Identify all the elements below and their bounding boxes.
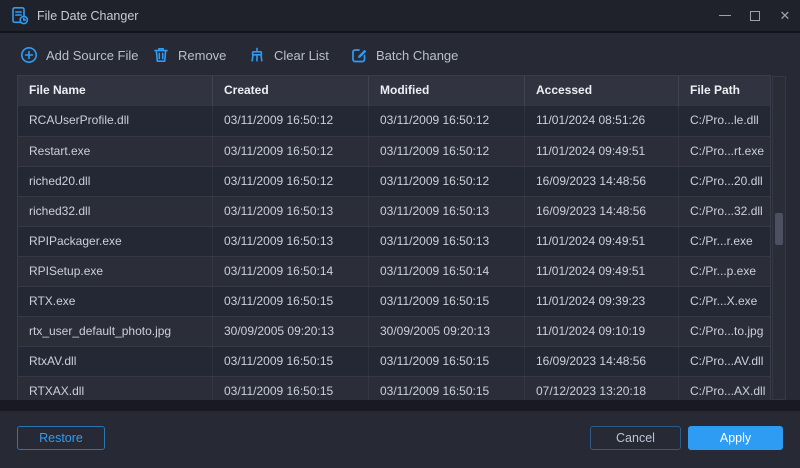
edit-icon xyxy=(352,49,367,63)
cell-file-path: C:/Pr...X.exe xyxy=(690,294,758,308)
add-source-file-label: Add Source File xyxy=(46,47,139,63)
add-source-file-button[interactable]: Add Source File xyxy=(20,35,139,75)
table-header: File Name Created Modified Accessed File… xyxy=(18,76,770,106)
add-circle-icon xyxy=(21,47,37,63)
column-header-modified[interactable]: Modified xyxy=(369,76,525,106)
cell-modified: 03/11/2009 16:50:14 xyxy=(369,257,525,286)
cell-file-path: C:/Pr...p.exe xyxy=(690,264,757,278)
cell-file-name: RTXAX.dll xyxy=(18,377,213,400)
column-header-file-path[interactable]: File Path xyxy=(679,76,770,106)
cell-created: 03/11/2009 16:50:13 xyxy=(213,197,369,226)
table-row[interactable]: Restart.exe 03/11/2009 16:50:12 03/11/2009… xyxy=(18,136,770,166)
cell-file-name: RtxAV.dll xyxy=(18,347,213,376)
maximize-button[interactable] xyxy=(740,0,770,31)
cell-modified: 03/11/2009 16:50:12 xyxy=(369,137,525,166)
cell-modified: 03/11/2009 16:50:12 xyxy=(369,167,525,196)
remove-button[interactable]: Remove xyxy=(152,35,226,75)
app-icon xyxy=(10,6,30,26)
table-row[interactable]: riched20.dll 03/11/2009 16:50:12 03/11/200… xyxy=(18,166,770,196)
table-row[interactable]: RPISetup.exe 03/11/2009 16:50:14 03/11/200… xyxy=(18,256,770,286)
clear-list-button[interactable]: Clear List xyxy=(248,35,329,75)
cell-created: 03/11/2009 16:50:15 xyxy=(213,347,369,376)
scrollbar-thumb[interactable] xyxy=(775,213,783,245)
file-date-changer-window: File Date Changer ✕ Add Source File Remo… xyxy=(0,0,800,468)
cell-modified: 30/09/2005 09:20:13 xyxy=(369,317,525,346)
cell-modified: 03/11/2009 16:50:13 xyxy=(369,227,525,256)
cell-modified: 03/11/2009 16:50:15 xyxy=(369,377,525,400)
cell-accessed: 07/12/2023 13:20:18 xyxy=(525,377,679,400)
minimize-button[interactable] xyxy=(710,0,740,31)
cell-created: 30/09/2005 09:20:13 xyxy=(213,317,369,346)
cell-file-name: RPIPackager.exe xyxy=(18,227,213,256)
cell-accessed: 11/01/2024 09:10:19 xyxy=(525,317,679,346)
remove-label: Remove xyxy=(178,47,227,63)
cell-file-name: RPISetup.exe xyxy=(18,257,213,286)
cell-file-path: C:/Pr...r.exe xyxy=(690,234,753,248)
cell-created: 03/11/2009 16:50:14 xyxy=(213,257,369,286)
cell-accessed: 16/09/2023 14:48:56 xyxy=(525,347,679,376)
cell-created: 03/11/2009 16:50:13 xyxy=(213,227,369,256)
minimize-icon xyxy=(719,15,731,16)
cell-modified: 03/11/2009 16:50:12 xyxy=(369,106,525,136)
toolbar: Add Source File Remove Clear List Batch … xyxy=(0,35,800,75)
trash-icon xyxy=(154,48,168,62)
cell-file-path: C:/Pro...le.dll xyxy=(690,113,759,127)
cell-accessed: 11/01/2024 08:51:26 xyxy=(525,106,679,136)
cell-accessed: 11/01/2024 09:49:51 xyxy=(525,257,679,286)
cell-created: 03/11/2009 16:50:12 xyxy=(213,137,369,166)
table-row[interactable]: RTXAX.dll 03/11/2009 16:50:15 03/11/2009 1… xyxy=(18,376,770,400)
table-row[interactable]: RtxAV.dll 03/11/2009 16:50:15 03/11/2009 1… xyxy=(18,346,770,376)
table-row[interactable]: RTX.exe 03/11/2009 16:50:15 03/11/2009 16:… xyxy=(18,286,770,316)
column-header-created[interactable]: Created xyxy=(213,76,369,106)
cell-file-path: C:/Pro...32.dll xyxy=(690,204,763,218)
footer-separator xyxy=(0,400,800,411)
cell-file-path: C:/Pro...to.jpg xyxy=(690,324,764,338)
broom-icon xyxy=(251,47,263,62)
cell-file-path: C:/Pro...rt.exe xyxy=(690,144,765,158)
clear-list-label: Clear List xyxy=(274,47,329,63)
table-row[interactable]: RCAUserProfile.dll 03/11/2009 16:50:12 03/… xyxy=(18,106,770,136)
cell-accessed: 11/01/2024 09:39:23 xyxy=(525,287,679,316)
window-controls: ✕ xyxy=(710,0,800,31)
maximize-icon xyxy=(750,10,760,21)
batch-change-label: Batch Change xyxy=(376,47,459,63)
close-icon: ✕ xyxy=(779,7,791,23)
footer-bar: Restore Cancel Apply xyxy=(0,411,800,468)
table-scrollbar[interactable] xyxy=(772,76,786,400)
cell-file-name: RTX.exe xyxy=(18,287,213,316)
close-button[interactable]: ✕ xyxy=(770,0,800,31)
cell-file-name: riched32.dll xyxy=(18,197,213,226)
cell-file-path: C:/Pro...20.dll xyxy=(690,174,763,188)
cell-file-path: C:/Pro...AV.dll xyxy=(690,354,764,368)
file-table: File Name Created Modified Accessed File… xyxy=(17,75,771,400)
cell-created: 03/11/2009 16:50:15 xyxy=(213,287,369,316)
cell-modified: 03/11/2009 16:50:15 xyxy=(369,347,525,376)
window-title: File Date Changer xyxy=(37,8,139,23)
table-row[interactable]: RPIPackager.exe 03/11/2009 16:50:13 03/11/… xyxy=(18,226,770,256)
cell-created: 03/11/2009 16:50:12 xyxy=(213,106,369,136)
cell-file-name: Restart.exe xyxy=(18,137,213,166)
cell-file-path: C:/Pro...AX.dll xyxy=(690,384,766,398)
table-body: RCAUserProfile.dll 03/11/2009 16:50:12 03/… xyxy=(18,106,770,400)
apply-button[interactable]: Apply xyxy=(688,426,783,450)
restore-button[interactable]: Restore xyxy=(17,426,105,450)
cell-accessed: 11/01/2024 09:49:51 xyxy=(525,137,679,166)
cell-modified: 03/11/2009 16:50:13 xyxy=(369,197,525,226)
column-header-file-name[interactable]: File Name xyxy=(18,76,213,106)
batch-change-button[interactable]: Batch Change xyxy=(350,35,458,75)
cell-created: 03/11/2009 16:50:12 xyxy=(213,167,369,196)
cell-file-name: RCAUserProfile.dll xyxy=(18,106,213,136)
cell-modified: 03/11/2009 16:50:15 xyxy=(369,287,525,316)
table-row[interactable]: riched32.dll 03/11/2009 16:50:13 03/11/200… xyxy=(18,196,770,226)
cell-accessed: 11/01/2024 09:49:51 xyxy=(525,227,679,256)
column-header-accessed[interactable]: Accessed xyxy=(525,76,679,106)
cell-file-name: riched20.dll xyxy=(18,167,213,196)
cell-created: 03/11/2009 16:50:15 xyxy=(213,377,369,400)
cell-accessed: 16/09/2023 14:48:56 xyxy=(525,197,679,226)
cell-file-name: rtx_user_default_photo.jpg xyxy=(18,317,213,346)
titlebar: File Date Changer ✕ xyxy=(0,0,800,33)
cell-accessed: 16/09/2023 14:48:56 xyxy=(525,167,679,196)
cancel-button[interactable]: Cancel xyxy=(590,426,681,450)
table-row[interactable]: rtx_user_default_photo.jpg 30/09/2005 09:… xyxy=(18,316,770,346)
